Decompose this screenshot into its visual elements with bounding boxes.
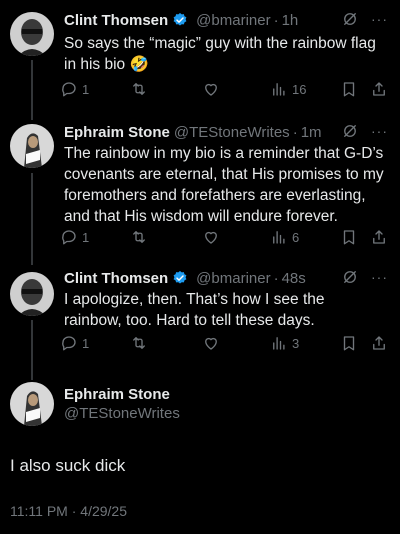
separator-dot: · — [273, 11, 279, 29]
separator-dot: · — [273, 269, 279, 287]
tweet-text: The rainbow in my bio is a reminder that… — [64, 145, 384, 225]
views-button[interactable]: 16 — [270, 80, 306, 98]
tweet-text: I also suck dick — [10, 456, 126, 475]
tweet-actions: 1 3 — [60, 334, 392, 356]
avatar[interactable] — [10, 382, 54, 426]
share-button[interactable] — [370, 228, 388, 246]
share-icon — [373, 230, 385, 244]
like-button[interactable] — [202, 228, 220, 246]
retweet-icon — [133, 83, 145, 95]
views-icon — [273, 83, 285, 96]
bookmark-icon — [343, 230, 355, 245]
grok-icon[interactable] — [341, 122, 359, 140]
retweet-button[interactable] — [130, 334, 148, 352]
bookmark-icon — [343, 336, 355, 351]
more-options-icon[interactable]: ··· — [371, 11, 388, 27]
display-name[interactable]: Ephraim Stone — [64, 386, 170, 403]
tweet-header: Ephraim Stone @TEStoneWrites · 1m ··· — [64, 122, 392, 142]
like-button[interactable] — [202, 80, 220, 98]
avatar[interactable] — [10, 12, 54, 56]
retweet-button[interactable] — [130, 80, 148, 98]
heart-icon — [205, 231, 217, 244]
bookmark-button[interactable] — [340, 334, 358, 352]
handle[interactable]: @TEStoneWrites — [64, 405, 180, 422]
handle[interactable]: @bmariner — [196, 12, 270, 29]
tweet-text: So says the “magic” guy with the rainbow… — [64, 35, 376, 73]
retweet-icon — [133, 337, 145, 349]
tweet-header: Clint Thomsen @bmariner · 1h ··· — [64, 10, 392, 30]
handle[interactable]: @bmariner — [196, 270, 270, 287]
share-button[interactable] — [370, 80, 388, 98]
tweet-actions: 1 16 — [60, 80, 392, 102]
reply-button[interactable]: 1 — [60, 228, 89, 246]
grok-icon[interactable] — [341, 10, 359, 28]
reply-icon — [62, 82, 76, 97]
bookmark-button[interactable] — [340, 228, 358, 246]
reply-button[interactable]: 1 — [60, 80, 89, 98]
handle[interactable]: @TEStoneWrites — [174, 124, 290, 141]
display-name[interactable]: Ephraim Stone — [64, 124, 170, 141]
more-options-icon[interactable]: ··· — [371, 123, 388, 139]
tweet-text: I apologize, then. That’s how I see the … — [64, 291, 325, 329]
reply-icon — [62, 336, 76, 351]
like-button[interactable] — [202, 334, 220, 352]
separator-dot: · — [292, 123, 298, 141]
reply-icon — [62, 230, 76, 245]
tweet-actions: 1 6 — [60, 228, 392, 250]
views-icon — [273, 231, 285, 244]
share-button[interactable] — [370, 334, 388, 352]
views-button[interactable]: 3 — [270, 334, 299, 352]
avatar[interactable] — [10, 124, 54, 168]
verified-badge-icon — [173, 13, 187, 26]
tweet-header: Clint Thomsen @bmariner · 48s ··· — [64, 268, 392, 288]
share-icon — [373, 336, 385, 350]
avatar[interactable] — [10, 272, 54, 316]
verified-badge-icon — [173, 271, 187, 284]
timestamp[interactable]: 48s — [282, 270, 306, 287]
timestamp[interactable]: 1m — [301, 124, 322, 141]
share-icon — [373, 82, 385, 96]
views-icon — [273, 337, 285, 350]
display-name[interactable]: Clint Thomsen — [64, 12, 168, 29]
display-name[interactable]: Clint Thomsen — [64, 270, 168, 287]
heart-icon — [205, 83, 217, 96]
timestamp[interactable]: 1h — [282, 12, 299, 29]
thread-line — [31, 173, 33, 265]
retweet-button[interactable] — [130, 228, 148, 246]
thread-line — [31, 320, 33, 380]
thread-line — [31, 60, 33, 120]
grok-icon[interactable] — [341, 268, 359, 286]
bookmark-icon — [343, 82, 355, 97]
heart-icon — [205, 337, 217, 350]
bookmark-button[interactable] — [340, 80, 358, 98]
more-options-icon[interactable]: ··· — [371, 269, 388, 285]
reply-button[interactable]: 1 — [60, 334, 89, 352]
retweet-icon — [133, 231, 145, 243]
timestamp[interactable]: 11:11 PM · 4/29/25 — [10, 503, 127, 519]
views-button[interactable]: 6 — [270, 228, 299, 246]
